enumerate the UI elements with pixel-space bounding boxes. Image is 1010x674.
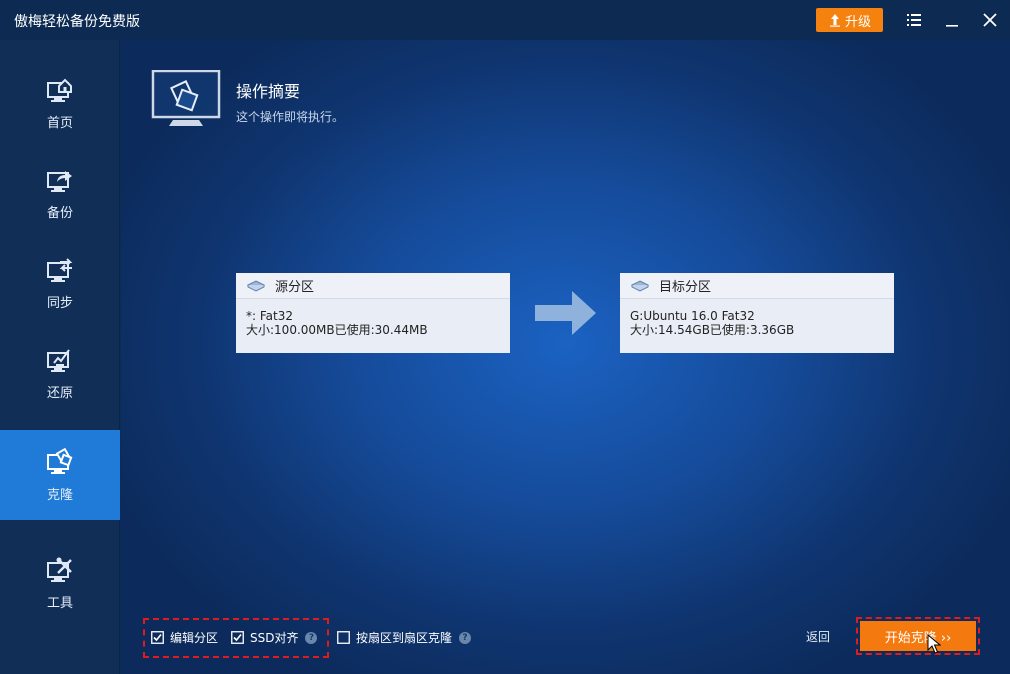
home-icon bbox=[47, 78, 72, 102]
target-partition-title: 目标分区 bbox=[659, 280, 712, 295]
title-bar: 傲梅轻松备份免费版 升级 bbox=[0, 0, 1010, 40]
upgrade-button[interactable]: 升级 bbox=[816, 8, 883, 32]
checkbox-unchecked-icon[interactable] bbox=[337, 631, 350, 644]
source-partition-header: 源分区 bbox=[236, 273, 510, 299]
mouse-cursor-icon bbox=[927, 634, 941, 654]
source-partition-card: 源分区 *: Fat32 大小:100.00MB已使用:30.44MB bbox=[236, 273, 510, 353]
ssd-align-label: SSD对齐 bbox=[250, 631, 299, 645]
edit-partition-option[interactable]: 编辑分区 bbox=[151, 629, 218, 646]
sidebar-item-label: 还原 bbox=[46, 385, 73, 401]
sector-by-sector-option[interactable]: 按扇区到扇区克隆 ? bbox=[337, 629, 472, 646]
sidebar-item-label: 首页 bbox=[46, 115, 73, 131]
tools-icon bbox=[47, 557, 72, 582]
app-window: 傲梅轻松备份免费版 升级 首页 备份 同步 还原 克隆 工具 操作摘要 这个操作… bbox=[0, 0, 1010, 674]
minimize-icon[interactable] bbox=[942, 10, 962, 30]
sidebar-item-sync[interactable]: 同步 bbox=[0, 238, 120, 328]
sidebar-item-home[interactable]: 首页 bbox=[0, 58, 120, 148]
page-title: 操作摘要 bbox=[236, 82, 301, 101]
source-partition-title: 源分区 bbox=[275, 280, 315, 295]
disk-icon bbox=[630, 279, 650, 292]
target-partition-size: 大小:14.54GB已使用:3.36GB bbox=[630, 323, 795, 337]
sidebar-item-clone[interactable]: 克隆 bbox=[0, 430, 120, 520]
source-partition-size: 大小:100.00MB已使用:30.44MB bbox=[246, 323, 428, 337]
sector-by-sector-label: 按扇区到扇区克隆 bbox=[356, 631, 453, 645]
page-subtitle: 这个操作即将执行。 bbox=[236, 110, 345, 124]
back-button[interactable]: 返回 bbox=[806, 628, 830, 645]
target-partition-fs: G:Ubuntu 16.0 Fat32 bbox=[630, 309, 755, 323]
ssd-align-option[interactable]: SSD对齐 ? bbox=[231, 629, 318, 646]
backup-icon bbox=[47, 170, 72, 192]
sidebar-item-label: 同步 bbox=[46, 295, 73, 311]
sidebar-item-label: 克隆 bbox=[46, 487, 73, 503]
upgrade-arrow-icon bbox=[828, 13, 842, 27]
sidebar-item-tools[interactable]: 工具 bbox=[0, 538, 120, 628]
target-partition-details: G:Ubuntu 16.0 Fat32 大小:14.54GB已使用:3.36GB bbox=[620, 299, 894, 337]
disk-icon bbox=[246, 279, 266, 292]
help-icon[interactable]: ? bbox=[305, 631, 318, 644]
main-panel: 操作摘要 这个操作即将执行。 源分区 *: Fat32 大小:100.00MB已… bbox=[121, 40, 1010, 674]
close-icon[interactable] bbox=[980, 10, 1000, 30]
sidebar-item-label: 备份 bbox=[46, 205, 73, 221]
edit-partition-label: 编辑分区 bbox=[170, 631, 219, 645]
sync-icon bbox=[47, 257, 73, 282]
start-clone-button[interactable]: 开始克隆 ›› bbox=[860, 621, 976, 651]
sidebar-item-label: 工具 bbox=[46, 595, 73, 611]
checkbox-checked-icon[interactable] bbox=[151, 631, 164, 644]
checkbox-checked-icon[interactable] bbox=[231, 631, 244, 644]
app-title: 傲梅轻松备份免费版 bbox=[14, 14, 140, 30]
arrow-right-icon bbox=[535, 291, 596, 335]
clone-summary-icon bbox=[151, 70, 221, 126]
sidebar-item-backup[interactable]: 备份 bbox=[0, 148, 120, 238]
sidebar-item-restore[interactable]: 还原 bbox=[0, 328, 120, 418]
source-partition-fs: *: Fat32 bbox=[246, 309, 293, 323]
target-partition-header: 目标分区 bbox=[620, 273, 894, 299]
source-partition-details: *: Fat32 大小:100.00MB已使用:30.44MB bbox=[236, 299, 510, 337]
help-icon[interactable]: ? bbox=[459, 631, 472, 644]
restore-icon bbox=[47, 348, 70, 372]
upgrade-label: 升级 bbox=[844, 14, 871, 30]
clone-icon bbox=[47, 447, 73, 474]
target-partition-card: 目标分区 G:Ubuntu 16.0 Fat32 大小:14.54GB已使用:3… bbox=[620, 273, 894, 353]
menu-icon[interactable] bbox=[904, 10, 924, 30]
sidebar: 首页 备份 同步 还原 克隆 工具 bbox=[0, 40, 120, 674]
